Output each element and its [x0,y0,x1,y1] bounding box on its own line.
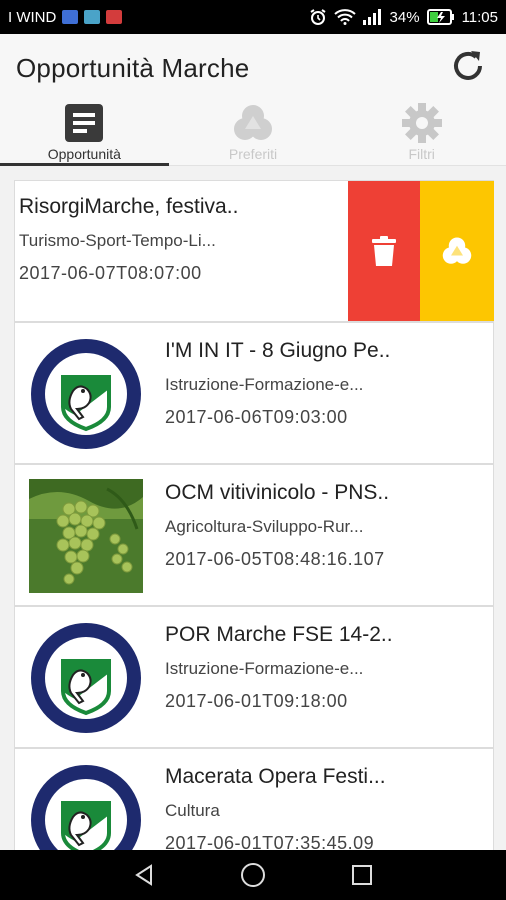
item-category: Agricoltura-Sviluppo-Rur... [165,517,364,536]
item-date: 2017-06-01T07:35:45.09 [165,833,375,850]
home-icon [240,863,265,887]
mail-notification-icon [106,10,123,24]
tab-label: Opportunità [47,146,121,162]
item-title: POR Marche FSE 14-2.. [165,623,393,646]
back-button[interactable] [124,855,164,895]
clock: 11:05 [461,8,498,26]
alarm-icon [309,9,326,25]
item-category: Turismo-Sport-Tempo-Li... [19,231,216,250]
document-icon [65,104,104,142]
status-bar: I WIND 34% 11:05 [0,0,506,34]
wifi-icon [333,9,356,25]
item-date: 2017-06-07T08:07:00 [19,263,202,283]
list-item[interactable]: POR Marche FSE 14-2.. Istruzione-Formazi… [14,606,494,748]
app-notification-icon [62,10,79,24]
trash-icon [372,236,396,266]
item-title: OCM vitivinicolo - PNS.. [165,481,390,504]
carrier-label: I WIND [8,8,57,26]
item-category: Cultura [165,801,220,820]
tab-label: Filtri [408,146,435,162]
refresh-button[interactable] [446,44,490,88]
item-title: I'M IN IT - 8 Giugno Pe.. [165,339,391,362]
list-item[interactable]: Macerata Opera Festi... Cultura 2017-06-… [14,748,494,850]
add-favorite-button[interactable] [420,181,494,321]
item-title: RisorgiMarche, festiva.. [19,195,239,218]
regione-marche-logo [29,621,143,735]
refresh-icon [454,51,482,80]
favorites-icon [442,237,472,264]
recents-button[interactable] [342,855,382,895]
tab-bar: Opportunità Preferiti Filtri [0,102,506,166]
signal-icon [362,9,381,25]
app-bar: Opportunità Marche [0,34,506,102]
gallery-notification-icon [84,10,101,24]
back-icon [135,864,153,886]
tab-filtri[interactable]: Filtri [337,102,506,165]
regione-marche-logo [29,337,143,451]
list-item[interactable]: OCM vitivinicolo - PNS.. Agricoltura-Svi… [14,464,494,606]
item-date: 2017-06-05T08:48:16.107 [165,549,385,569]
gear-icon [401,103,442,143]
delete-button[interactable] [348,181,420,321]
home-button[interactable] [233,855,273,895]
item-category: Istruzione-Formazione-e... [165,375,364,394]
list-item[interactable]: RisorgiMarche, festiva.. Turismo-Sport-T… [14,180,494,322]
battery-percent: 34% [389,8,420,26]
tab-label: Preferiti [228,146,278,162]
battery-charging-icon [426,9,454,25]
recents-icon [351,865,372,885]
grapes-photo [29,479,143,593]
opportunity-list[interactable]: RisorgiMarche, festiva.. Turismo-Sport-T… [0,166,506,850]
page-title: Opportunità Marche [16,52,250,83]
favorites-icon [234,105,272,140]
tab-opportunita[interactable]: Opportunità [0,102,169,166]
item-date: 2017-06-06T09:03:00 [165,407,348,427]
item-title: Macerata Opera Festi... [165,765,386,788]
item-category: Istruzione-Formazione-e... [165,659,364,678]
item-date: 2017-06-01T09:18:00 [165,691,348,711]
list-item[interactable]: I'M IN IT - 8 Giugno Pe.. Istruzione-For… [14,322,494,464]
regione-marche-logo [29,763,143,850]
tab-preferiti[interactable]: Preferiti [169,102,338,165]
system-nav-bar [0,850,506,900]
